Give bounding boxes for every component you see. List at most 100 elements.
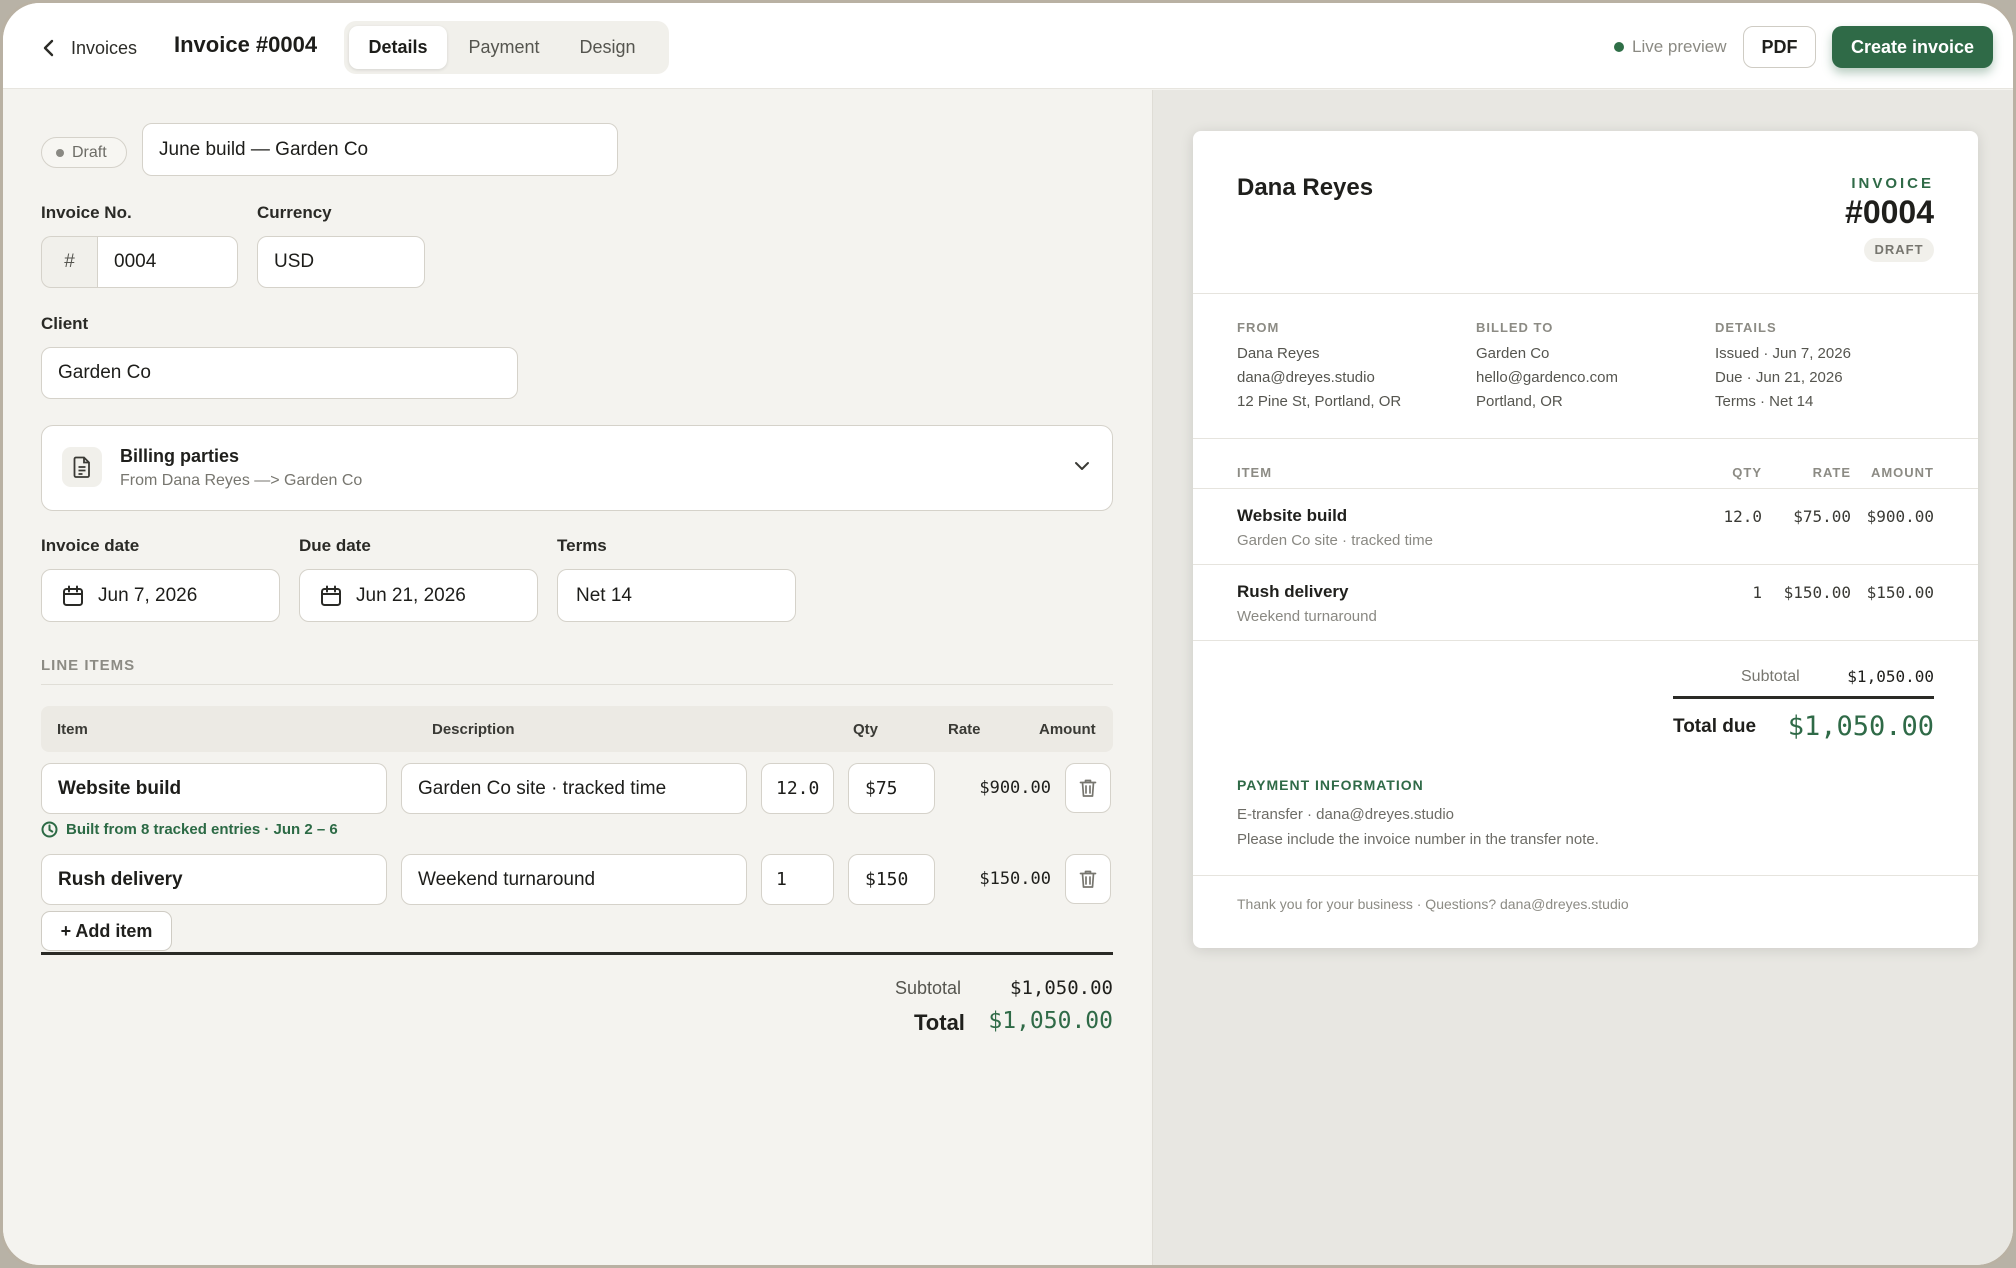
billing-parties-subtitle: From Dana Reyes —> Garden Co — [120, 472, 363, 489]
currency-select[interactable]: USD — [257, 236, 425, 288]
invoice-number: #0004 — [1845, 194, 1934, 230]
app-window: Invoices Invoice #0004 Details Payment D… — [0, 0, 2016, 1268]
terms-select[interactable]: Net 14 — [557, 569, 796, 622]
client-input[interactable]: Garden Co — [41, 347, 518, 399]
from-line: 12 Pine St, Portland, OR — [1237, 393, 1402, 410]
billed-to-line: Garden Co — [1476, 345, 1550, 362]
column-header-rate: Rate — [948, 721, 981, 738]
divider — [1193, 875, 1978, 876]
column-header-rate: RATE — [1812, 465, 1851, 480]
total-value: $1,050.00 — [988, 1008, 1113, 1034]
back-button[interactable]: Invoices — [41, 33, 151, 63]
details-line: Due · Jun 21, 2026 — [1715, 369, 1843, 386]
column-header-description: Description — [432, 721, 515, 738]
clock-icon — [41, 821, 58, 838]
invoice-label: INVOICE — [1851, 175, 1934, 192]
column-header-amount: AMOUNT — [1870, 465, 1934, 480]
column-header-item: Item — [57, 721, 88, 738]
invoice-name-input[interactable]: June build — Garden Co — [142, 123, 618, 176]
tab-bar: Details Payment Design — [344, 21, 669, 74]
from-line: Dana Reyes — [1237, 345, 1320, 362]
subtotal-label: Subtotal — [895, 978, 962, 998]
divider — [1193, 438, 1978, 439]
top-bar: Invoices Invoice #0004 Details Payment D… — [3, 3, 2013, 89]
preview-item-amount: $900.00 — [1866, 507, 1934, 526]
billing-parties-panel[interactable]: Billing parties From Dana Reyes —> Garde… — [41, 425, 1113, 511]
invoice-preview: Dana Reyes INVOICE #0004 DRAFT FROM Dana… — [1193, 131, 1978, 948]
billed-to-line: hello@gardenco.com — [1476, 369, 1618, 386]
line-item-rate-input[interactable]: $150 — [848, 854, 935, 905]
live-dot-icon — [1614, 42, 1624, 52]
column-header-qty: Qty — [853, 721, 879, 738]
status-badge: DRAFT — [1864, 238, 1934, 262]
preview-item-subtitle: Garden Co site · tracked time — [1237, 532, 1433, 549]
tab-design[interactable]: Design — [558, 26, 657, 69]
divider — [1193, 640, 1978, 641]
billed-to-line: Portland, OR — [1476, 393, 1563, 410]
create-invoice-button[interactable]: Create invoice — [1832, 26, 1993, 68]
line-item-description-input[interactable]: Garden Co site · tracked time — [401, 763, 747, 814]
chevron-down-icon — [1075, 462, 1089, 470]
document-icon — [62, 447, 102, 487]
preview-item-subtitle: Weekend turnaround — [1237, 608, 1377, 625]
invoice-no-input[interactable]: 0004 — [97, 236, 238, 288]
terms-label: Terms — [557, 536, 607, 555]
due-date-value: Jun 21, 2026 — [356, 584, 466, 606]
line-item-name-input[interactable]: Website build — [41, 763, 387, 814]
chevron-left-icon — [43, 39, 54, 57]
column-header-qty: QTY — [1732, 465, 1762, 480]
from-label: FROM — [1237, 320, 1280, 335]
line-item-qty-input[interactable]: 12.0 — [761, 763, 834, 814]
billed-to-details: Garden Co hello@gardenco.com Portland, O… — [1476, 342, 1618, 414]
client-label: Client — [41, 314, 89, 333]
tab-payment[interactable]: Payment — [452, 26, 556, 69]
divider — [1193, 293, 1978, 294]
subtotal-value: $1,050.00 — [1010, 977, 1113, 999]
tracked-entries-note: Built from 8 tracked entries · Jun 2 – 6 — [41, 821, 338, 838]
trash-icon — [1079, 870, 1097, 888]
divider — [41, 952, 1113, 955]
line-item-rate-input[interactable]: $75 — [848, 763, 935, 814]
preview-total-value: $1,050.00 — [1787, 711, 1934, 742]
preview-footer: Thank you for your business · Questions?… — [1237, 896, 1629, 912]
details-line: Issued · Jun 7, 2026 — [1715, 345, 1851, 362]
invoice-preview-pane: Dana Reyes INVOICE #0004 DRAFT FROM Dana… — [1152, 90, 2013, 1265]
divider — [1193, 564, 1978, 565]
details-label: DETAILS — [1715, 320, 1777, 335]
payment-info-title: PAYMENT INFORMATION — [1237, 777, 1424, 793]
due-date-picker[interactable]: Jun 21, 2026 — [299, 569, 538, 622]
pdf-button[interactable]: PDF — [1743, 26, 1816, 68]
delete-line-item-button[interactable] — [1065, 763, 1111, 813]
tab-details[interactable]: Details — [349, 26, 447, 69]
payment-method: E-transfer · dana@dreyes.studio — [1237, 806, 1454, 823]
preview-item-name: Rush delivery — [1237, 582, 1349, 601]
sender-name: Dana Reyes — [1237, 174, 1374, 201]
details-line: Terms · Net 14 — [1715, 393, 1814, 410]
invoice-date-picker[interactable]: Jun 7, 2026 — [41, 569, 280, 622]
tracked-entries-text: Built from 8 tracked entries · Jun 2 – 6 — [66, 821, 338, 838]
preview-item-name: Website build — [1237, 506, 1348, 525]
line-item-name-input[interactable]: Rush delivery — [41, 854, 387, 905]
total-label: Total — [914, 1010, 965, 1035]
line-item-description-input[interactable]: Weekend turnaround — [401, 854, 747, 905]
status-badge: Draft — [41, 137, 127, 168]
line-item-qty-input[interactable]: 1 — [761, 854, 834, 905]
invoice-no-label: Invoice No. — [41, 203, 132, 222]
billed-to-label: BILLED TO — [1476, 320, 1554, 335]
invoice-form: Draft June build — Garden Co Invoice No.… — [3, 90, 1151, 1265]
delete-line-item-button[interactable] — [1065, 854, 1111, 904]
line-items-header: Item Description Qty Rate Amount — [41, 706, 1113, 752]
preview-subtotal-label: Subtotal — [1741, 668, 1800, 685]
status-dot-icon — [56, 148, 64, 157]
line-item-amount: $900.00 — [979, 778, 1051, 798]
line-items-title: LINE ITEMS — [41, 657, 136, 674]
preview-item-rate: $150.00 — [1783, 583, 1851, 602]
billing-parties-title: Billing parties — [120, 446, 240, 466]
live-preview-label: Live preview — [1632, 37, 1727, 56]
add-item-button[interactable]: + Add item — [41, 911, 172, 951]
preview-item-qty: 12.0 — [1723, 507, 1762, 526]
currency-label: Currency — [257, 203, 332, 222]
from-details: Dana Reyes dana@dreyes.studio 12 Pine St… — [1237, 342, 1401, 414]
status-label: Draft — [72, 143, 107, 161]
from-line: dana@dreyes.studio — [1237, 369, 1375, 386]
